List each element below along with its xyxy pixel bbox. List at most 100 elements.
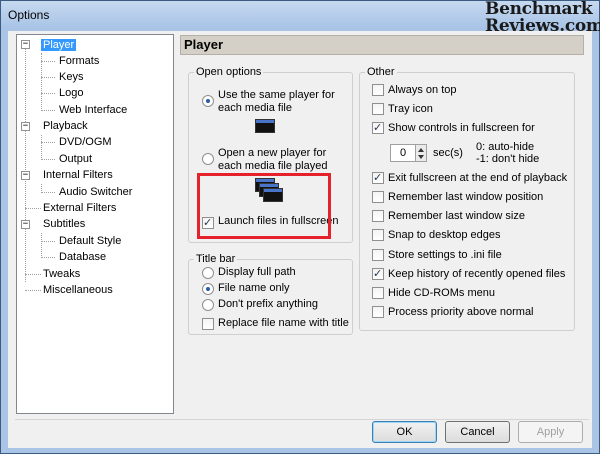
- tree-line: [41, 110, 55, 111]
- button-divider: [15, 419, 589, 420]
- options-tree[interactable]: − − − − Player Formats Keys Logo Web Int…: [16, 34, 174, 414]
- open-options-legend: Open options: [194, 65, 264, 79]
- new-player-radio[interactable]: [202, 153, 214, 165]
- tree-item-label: Audio Switcher: [59, 186, 133, 198]
- tree-item-label: Web Interface: [59, 104, 128, 116]
- tree-item-default-style[interactable]: Default Style: [57, 233, 123, 249]
- remember-position-label: Remember last window position: [388, 191, 544, 203]
- tree-item-label: Logo: [59, 87, 84, 99]
- tree-line: [25, 290, 41, 291]
- tree-item-internal-filters[interactable]: Internal Filters: [41, 167, 115, 183]
- snap-edges-checkbox[interactable]: [372, 229, 384, 241]
- remember-size-checkbox[interactable]: [372, 210, 384, 222]
- tree-item-playback[interactable]: Playback: [41, 118, 90, 134]
- apply-button[interactable]: Apply: [518, 421, 583, 443]
- dont-hide-hint: -1: don't hide: [476, 153, 540, 165]
- tree-item-subtitles[interactable]: Subtitles: [41, 216, 87, 232]
- collapse-icon[interactable]: −: [21, 171, 30, 180]
- display-full-path-label: Display full path: [218, 266, 296, 278]
- options-window: Options Benchmark Reviews.com − − − − Pl…: [0, 0, 600, 454]
- tree-item-label: Formats: [59, 55, 100, 67]
- dialog-body: − − − − Player Formats Keys Logo Web Int…: [8, 31, 592, 448]
- tree-line: [25, 274, 41, 275]
- window-title: Options: [8, 8, 50, 22]
- tree-item-label: External Filters: [43, 202, 117, 214]
- controls-seconds-stepper[interactable]: [415, 144, 427, 162]
- replace-file-name-checkbox[interactable]: [202, 318, 214, 330]
- tree-line: [41, 257, 55, 258]
- hide-cdrom-label: Hide CD-ROMs menu: [388, 287, 495, 299]
- auto-hide-hint: 0: auto-hide: [476, 141, 535, 153]
- tree-line: [25, 208, 41, 209]
- controls-seconds-input[interactable]: 0: [390, 144, 416, 162]
- always-on-top-label: Always on top: [388, 84, 457, 96]
- tree-item-keys[interactable]: Keys: [57, 69, 85, 85]
- tree-line: [41, 93, 55, 94]
- tree-item-miscellaneous[interactable]: Miscellaneous: [41, 282, 115, 298]
- same-player-radio[interactable]: [202, 95, 214, 107]
- dont-prefix-radio[interactable]: [202, 299, 214, 311]
- tree-line: [41, 77, 55, 78]
- keep-history-checkbox[interactable]: [372, 267, 384, 280]
- stepper-down-icon[interactable]: [418, 155, 424, 159]
- single-window-icon: [255, 119, 275, 133]
- store-ini-checkbox[interactable]: [372, 249, 384, 261]
- tree-item-database[interactable]: Database: [57, 249, 108, 265]
- show-controls-checkbox[interactable]: [372, 121, 384, 134]
- tree-line: [41, 135, 42, 160]
- seconds-label: sec(s): [433, 147, 463, 159]
- tree-item-label: Player: [41, 39, 77, 51]
- tree-line: [41, 159, 55, 160]
- same-player-label-line2: each media file: [218, 102, 292, 114]
- ok-button[interactable]: OK: [372, 421, 437, 443]
- hide-cdrom-checkbox[interactable]: [372, 287, 384, 299]
- tree-item-audio-switcher[interactable]: Audio Switcher: [57, 184, 134, 200]
- keep-history-label: Keep history of recently opened files: [388, 268, 566, 280]
- replace-file-name-label: Replace file name with title: [218, 317, 349, 329]
- new-player-label-line1: Open a new player for: [218, 147, 327, 159]
- process-priority-checkbox[interactable]: [372, 306, 384, 318]
- tree-item-label: Output: [59, 153, 93, 165]
- stepper-up-icon[interactable]: [418, 148, 424, 152]
- tree-item-formats[interactable]: Formats: [57, 53, 101, 69]
- tree-item-label: Keys: [59, 71, 84, 83]
- show-controls-label: Show controls in fullscreen for: [388, 122, 535, 134]
- cancel-button[interactable]: Cancel: [445, 421, 510, 443]
- store-ini-label: Store settings to .ini file: [388, 249, 502, 261]
- snap-edges-label: Snap to desktop edges: [388, 229, 501, 241]
- new-player-label-line2: each media file played: [218, 160, 328, 172]
- display-full-path-radio[interactable]: [202, 267, 214, 279]
- tree-item-label: DVD/OGM: [59, 136, 112, 148]
- tree-item-external-filters[interactable]: External Filters: [41, 200, 118, 216]
- tree-line: [41, 241, 55, 242]
- tree-item-dvd-ogm[interactable]: DVD/OGM: [57, 134, 114, 150]
- panel-title: Player: [180, 35, 584, 55]
- tree-item-player[interactable]: Player: [41, 37, 77, 53]
- tree-line: [41, 192, 55, 193]
- tree-line: [41, 233, 42, 258]
- tree-item-logo[interactable]: Logo: [57, 85, 85, 101]
- dont-prefix-label: Don't prefix anything: [218, 298, 318, 310]
- tree-item-label: Internal Filters: [43, 169, 113, 181]
- collapse-icon[interactable]: −: [21, 220, 30, 229]
- tree-item-label: Database: [59, 251, 107, 263]
- tree-item-output[interactable]: Output: [57, 151, 94, 167]
- tree-item-web-interface[interactable]: Web Interface: [57, 102, 129, 118]
- collapse-icon[interactable]: −: [21, 122, 30, 131]
- tree-item-label: Subtitles: [43, 218, 86, 230]
- remember-position-checkbox[interactable]: [372, 191, 384, 203]
- tree-item-tweaks[interactable]: Tweaks: [41, 266, 82, 282]
- file-name-only-radio[interactable]: [202, 283, 214, 295]
- tree-item-label: Playback: [43, 120, 88, 132]
- exit-fullscreen-checkbox[interactable]: [372, 171, 384, 184]
- highlight-annotation: [197, 173, 331, 239]
- always-on-top-checkbox[interactable]: [372, 84, 384, 96]
- remember-size-label: Remember last window size: [388, 210, 525, 222]
- tree-line: [41, 142, 55, 143]
- tree-item-label: Miscellaneous: [43, 284, 113, 296]
- tray-icon-label: Tray icon: [388, 103, 433, 115]
- collapse-icon[interactable]: −: [21, 40, 30, 49]
- tray-icon-checkbox[interactable]: [372, 103, 384, 115]
- tree-item-label: Tweaks: [43, 268, 81, 280]
- tree-item-label: Default Style: [59, 235, 122, 247]
